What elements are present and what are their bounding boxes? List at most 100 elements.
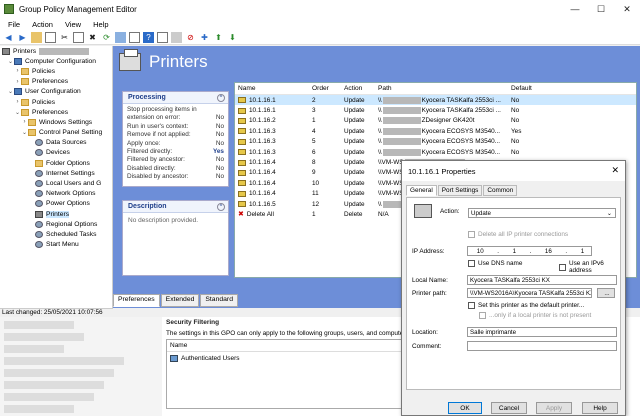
ok-button[interactable]: OK	[448, 402, 482, 414]
table-row[interactable]: 10.1.16.2 1 Update \\ ZDesigner GK420t No	[235, 116, 636, 126]
cell-action: Update	[344, 159, 365, 167]
tree-item[interactable]: Start Menu	[0, 240, 112, 250]
col-order[interactable]: Order	[309, 85, 341, 92]
printer-icon	[238, 159, 246, 166]
move-down-icon[interactable]: ⬇	[227, 32, 238, 43]
tree-item[interactable]: Scheduled Tasks	[0, 229, 112, 239]
col-action[interactable]: Action	[341, 85, 375, 92]
only-if-local-checkbox[interactable]	[479, 312, 486, 319]
collapse-icon[interactable]: ⌃	[217, 94, 225, 102]
expand-icon[interactable]: ›	[14, 99, 21, 105]
move-up-icon[interactable]: ⬆	[213, 32, 224, 43]
cell-order: 12	[312, 200, 320, 208]
tab-common[interactable]: Common	[483, 185, 518, 196]
maximize-button[interactable]: ☐	[588, 0, 614, 18]
new-item-icon[interactable]	[171, 32, 182, 43]
tree-item[interactable]: Power Options	[0, 199, 112, 209]
export-icon[interactable]	[115, 32, 126, 43]
location-field[interactable]: Salle imprimante	[467, 327, 617, 337]
col-path[interactable]: Path	[375, 85, 508, 92]
add-icon[interactable]: ✚	[199, 32, 210, 43]
up-folder-icon[interactable]	[31, 32, 42, 43]
tab-preferences[interactable]: Preferences	[113, 294, 160, 307]
tree-item[interactable]: › Preferences	[0, 77, 112, 87]
delete-all-checkbox[interactable]	[468, 231, 475, 238]
menu-file[interactable]: File	[8, 20, 20, 29]
expand-icon[interactable]: ⌄	[14, 109, 21, 116]
expand-icon[interactable]: ›	[14, 79, 21, 85]
cell-path: \\ Kyocera TASKalfa 2553ci ...	[375, 96, 508, 104]
view-icon[interactable]	[157, 32, 168, 43]
action-select[interactable]: Update ⌄	[468, 208, 616, 218]
properties-icon[interactable]	[129, 32, 140, 43]
expand-icon[interactable]: ›	[14, 68, 21, 74]
ip-address-field[interactable]: 10. 1. 16. 1	[467, 246, 592, 256]
browse-button[interactable]: ...	[597, 288, 615, 298]
dialog-close-button[interactable]: ✕	[611, 165, 619, 176]
processing-value: No	[215, 122, 224, 130]
tree-item[interactable]: Local Users and G	[0, 178, 112, 188]
gear-icon	[35, 241, 43, 249]
tree-item[interactable]: Printers	[0, 209, 112, 219]
table-row[interactable]: 10.1.16.3 5 Update \\ Kyocera ECOSYS M3540..…	[235, 137, 636, 147]
tree-item[interactable]: Internet Settings	[0, 168, 112, 178]
menu-action[interactable]: Action	[32, 20, 53, 29]
tree-item[interactable]: › Windows Settings	[0, 117, 112, 127]
printer-path-field[interactable]: \\VM-WS2016A\Kyocera TASKalfa 2553ci KX	[467, 288, 592, 298]
tree-item[interactable]: Network Options	[0, 189, 112, 199]
title-bar: Group Policy Management Editor — ☐ ✕	[0, 0, 640, 18]
cut-icon[interactable]: ✂	[59, 32, 70, 43]
table-row[interactable]: 10.1.16.1 3 Update \\ Kyocera TASKalfa 2553c…	[235, 105, 636, 115]
local-name-field[interactable]: Kyocera TASKalfa 2553ci KX	[467, 275, 617, 285]
menu-view[interactable]: View	[65, 20, 81, 29]
expand-icon[interactable]: ›	[21, 119, 28, 125]
col-default[interactable]: Default	[508, 85, 608, 92]
help-icon[interactable]: ?	[143, 32, 154, 43]
table-row[interactable]: 10.1.16.1 2 Update \\ Kyocera TASKalfa 2553c…	[235, 95, 636, 106]
tree-item[interactable]: Regional Options	[0, 219, 112, 229]
redacted-block	[382, 148, 421, 156]
tree-item[interactable]: ⌄ User Configuration	[0, 87, 112, 97]
table-row[interactable]: 10.1.16.3 6 Update \\ Kyocera ECOSYS M3540..…	[235, 147, 636, 157]
copy-icon[interactable]	[73, 32, 84, 43]
apply-button[interactable]: Apply	[536, 402, 572, 414]
col-name[interactable]: Name	[235, 85, 309, 92]
close-button[interactable]: ✕	[614, 0, 640, 18]
tab-general[interactable]: General	[406, 185, 437, 196]
disable-icon[interactable]: ⊘	[185, 32, 196, 43]
tree-item[interactable]: ⌄ Computer Configuration	[0, 56, 112, 66]
filter-entry[interactable]: Authenticated Users	[167, 352, 401, 365]
use-ipv6-checkbox[interactable]	[559, 263, 566, 271]
collapse-icon[interactable]: ⌃	[217, 203, 225, 211]
filter-col-name[interactable]: Name	[167, 340, 401, 352]
tree-item[interactable]: Data Sources	[0, 138, 112, 148]
tree-item[interactable]: Devices	[0, 148, 112, 158]
expand-icon[interactable]: ⌄	[7, 88, 14, 95]
tab-standard[interactable]: Standard	[200, 294, 238, 307]
expand-icon[interactable]: ⌄	[7, 58, 14, 65]
tree-item-label: Computer Configuration	[25, 57, 96, 65]
processing-value: No	[215, 173, 224, 181]
comment-field[interactable]	[467, 341, 617, 351]
forward-icon[interactable]: ▶	[17, 32, 28, 43]
help-button[interactable]: Help	[582, 402, 618, 414]
tree-item[interactable]: Folder Options	[0, 158, 112, 168]
set-default-checkbox[interactable]	[468, 302, 475, 309]
table-row[interactable]: 10.1.16.3 4 Update \\ Kyocera ECOSYS M3540..…	[235, 126, 636, 136]
tab-extended[interactable]: Extended	[160, 294, 200, 307]
show-tree-icon[interactable]	[45, 32, 56, 43]
menu-help[interactable]: Help	[93, 20, 108, 29]
expand-icon[interactable]: ⌄	[21, 129, 28, 136]
tab-port-settings[interactable]: Port Settings	[437, 185, 483, 196]
tree-item[interactable]: ⌄ Control Panel Setting	[0, 128, 112, 138]
back-icon[interactable]: ◀	[3, 32, 14, 43]
delete-icon[interactable]: ✖	[87, 32, 98, 43]
minimize-button[interactable]: —	[562, 0, 588, 18]
tree-item[interactable]: ⌄ Preferences	[0, 107, 112, 117]
tree-root[interactable]: Printers	[0, 46, 112, 56]
cancel-button[interactable]: Cancel	[491, 402, 527, 414]
refresh-icon[interactable]: ⟳	[101, 32, 112, 43]
tree-item[interactable]: › Policies	[0, 97, 112, 107]
use-dns-checkbox[interactable]	[468, 260, 475, 267]
tree-item[interactable]: › Policies	[0, 66, 112, 76]
